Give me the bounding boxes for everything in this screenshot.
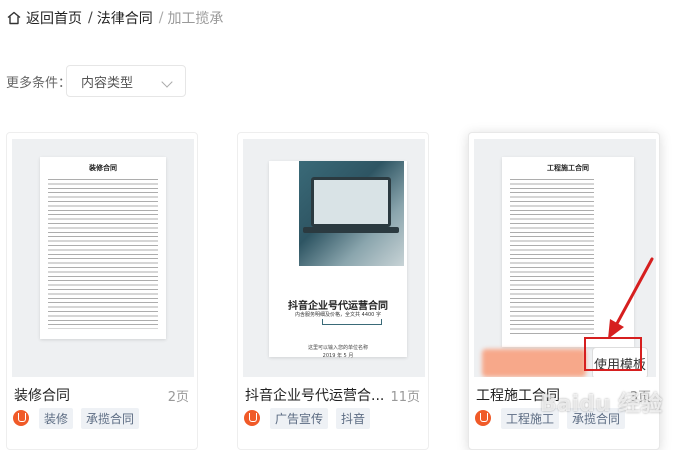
tag[interactable]: 装修: [39, 407, 74, 429]
tag[interactable]: 承揽合同: [567, 407, 626, 429]
document-title: 装修合同: [89, 163, 117, 172]
document-cover: 抖音企业号代运营合同 内含服务明细及价格，全文共 4400 字 这里可以输入您的…: [269, 161, 407, 359]
document-text-lines: [48, 179, 158, 329]
page-count: 11页: [390, 390, 420, 405]
content-type-select[interactable]: 内容类型: [66, 65, 186, 97]
template-card-hovered[interactable]: 工程施工合同 使用模板 工程施工合同 3页 工程施工 承揽合同: [468, 132, 660, 450]
laptop-base: [303, 227, 399, 233]
laptop-screen: [311, 177, 391, 227]
cover-bracket: [322, 319, 382, 325]
tag[interactable]: 抖音: [336, 407, 371, 429]
tag[interactable]: 工程施工: [501, 407, 560, 429]
breadcrumb-separator: /: [158, 10, 164, 26]
document-page: 工程施工合同: [502, 157, 634, 347]
use-template-button[interactable]: 使用模板: [592, 347, 648, 377]
template-card[interactable]: 抖音企业号代运营合同 内含服务明细及价格，全文共 4400 字 这里可以输入您的…: [237, 132, 429, 450]
brand-logo-icon: [13, 410, 29, 426]
content-type-select-value: 内容类型: [81, 75, 134, 91]
page-count: 3页: [629, 390, 651, 405]
breadcrumb-home-link[interactable]: 返回首页: [26, 8, 82, 28]
cover-laptop-photo: [299, 161, 404, 266]
template-thumbnail[interactable]: 装修合同: [12, 139, 194, 377]
template-thumbnail[interactable]: 抖音企业号代运营合同 内含服务明细及价格，全文共 4400 字 这里可以输入您的…: [243, 139, 425, 377]
home-icon[interactable]: [6, 10, 22, 26]
filter-label: 更多条件：: [6, 76, 72, 91]
document-page: 装修合同: [40, 157, 166, 339]
tag[interactable]: 承揽合同: [81, 407, 140, 429]
template-thumbnail[interactable]: 工程施工合同 使用模板: [474, 139, 656, 377]
tag[interactable]: 广告宣传: [270, 407, 329, 429]
cover-company-placeholder: 这里可以输入您的单位名称: [307, 345, 368, 351]
brand-logo-icon: [475, 410, 491, 426]
document-title: 工程施工合同: [547, 163, 589, 172]
tag-list: 广告宣传 抖音: [244, 407, 378, 429]
breadcrumb-current: 加工揽承: [167, 11, 224, 27]
tag-list: 装修 承揽合同: [13, 407, 147, 429]
card-title[interactable]: 装修合同: [14, 385, 70, 405]
breadcrumb-separator: /: [88, 10, 93, 26]
download-button-blurred[interactable]: [482, 349, 586, 377]
brand-logo-icon: [244, 410, 260, 426]
chevron-down-icon: [161, 76, 173, 88]
cover-title: 抖音企业号代运营合同: [288, 301, 388, 312]
cover-subtitle: 内含服务明细及价格，全文共 4400 字: [295, 312, 381, 318]
card-title[interactable]: 工程施工合同: [476, 385, 560, 405]
card-title[interactable]: 抖音企业号代运营合...: [245, 385, 384, 405]
tag-list: 工程施工 承揽合同: [475, 407, 633, 429]
breadcrumb: 返回首页 / 法律合同 / 加工揽承: [6, 8, 223, 28]
page-count: 2页: [167, 390, 189, 405]
document-text-lines: [510, 179, 594, 337]
breadcrumb-category-link[interactable]: 法律合同: [97, 8, 153, 28]
template-card[interactable]: 装修合同 装修合同 2页 装修 承揽合同: [6, 132, 198, 450]
cover-date: 2019 年 5 月: [322, 353, 354, 359]
